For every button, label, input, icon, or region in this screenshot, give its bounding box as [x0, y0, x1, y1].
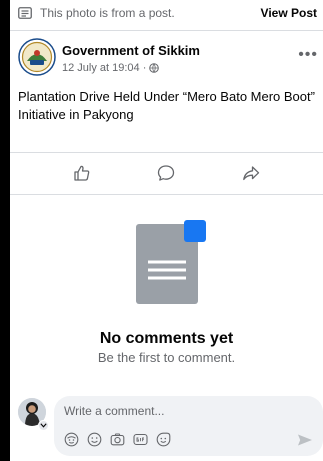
avatar-sticker-icon[interactable] [64, 432, 79, 447]
post-actions [10, 160, 323, 186]
gif-icon[interactable] [133, 432, 148, 447]
post-notice-bar: This photo is from a post. View Post [18, 0, 323, 26]
no-comments-title: No comments yet [99, 330, 234, 347]
chevron-down-icon[interactable] [38, 420, 49, 431]
divider [10, 152, 323, 153]
page-avatar[interactable] [18, 38, 56, 76]
document-icon [18, 7, 32, 19]
left-edge-bar [0, 0, 10, 461]
composer-tools [64, 432, 171, 447]
comment-input[interactable] [64, 402, 304, 420]
empty-comments-illustration [134, 220, 206, 306]
more-options-icon[interactable]: ••• [298, 46, 318, 64]
divider [10, 30, 323, 31]
post-header: Government of Sikkim 12 July at 19:04 · … [18, 38, 318, 84]
comment-icon[interactable] [155, 162, 177, 184]
send-icon[interactable] [297, 433, 313, 447]
divider [10, 194, 323, 195]
emoji-icon[interactable] [87, 432, 102, 447]
post-timestamp[interactable]: 12 July at 19:04 · [62, 62, 146, 74]
comment-composer [18, 396, 323, 456]
camera-icon[interactable] [110, 432, 125, 447]
comment-box [54, 396, 323, 456]
thumbs-up-icon[interactable] [71, 162, 93, 184]
post-text: Plantation Drive Held Under “Mero Bato M… [18, 89, 315, 122]
notice-text: This photo is from a post. [40, 6, 175, 20]
no-comments-subtitle: Be the first to comment. [97, 350, 236, 365]
page-name[interactable]: Government of Sikkim [62, 43, 200, 58]
sticker-icon[interactable] [156, 432, 171, 447]
post-viewer-panel: This photo is from a post. View Post Gov… [10, 0, 323, 461]
post-meta: 12 July at 19:04 · [62, 62, 160, 74]
view-post-link[interactable]: View Post [261, 6, 317, 20]
share-icon[interactable] [240, 162, 262, 184]
globe-icon [149, 63, 160, 73]
